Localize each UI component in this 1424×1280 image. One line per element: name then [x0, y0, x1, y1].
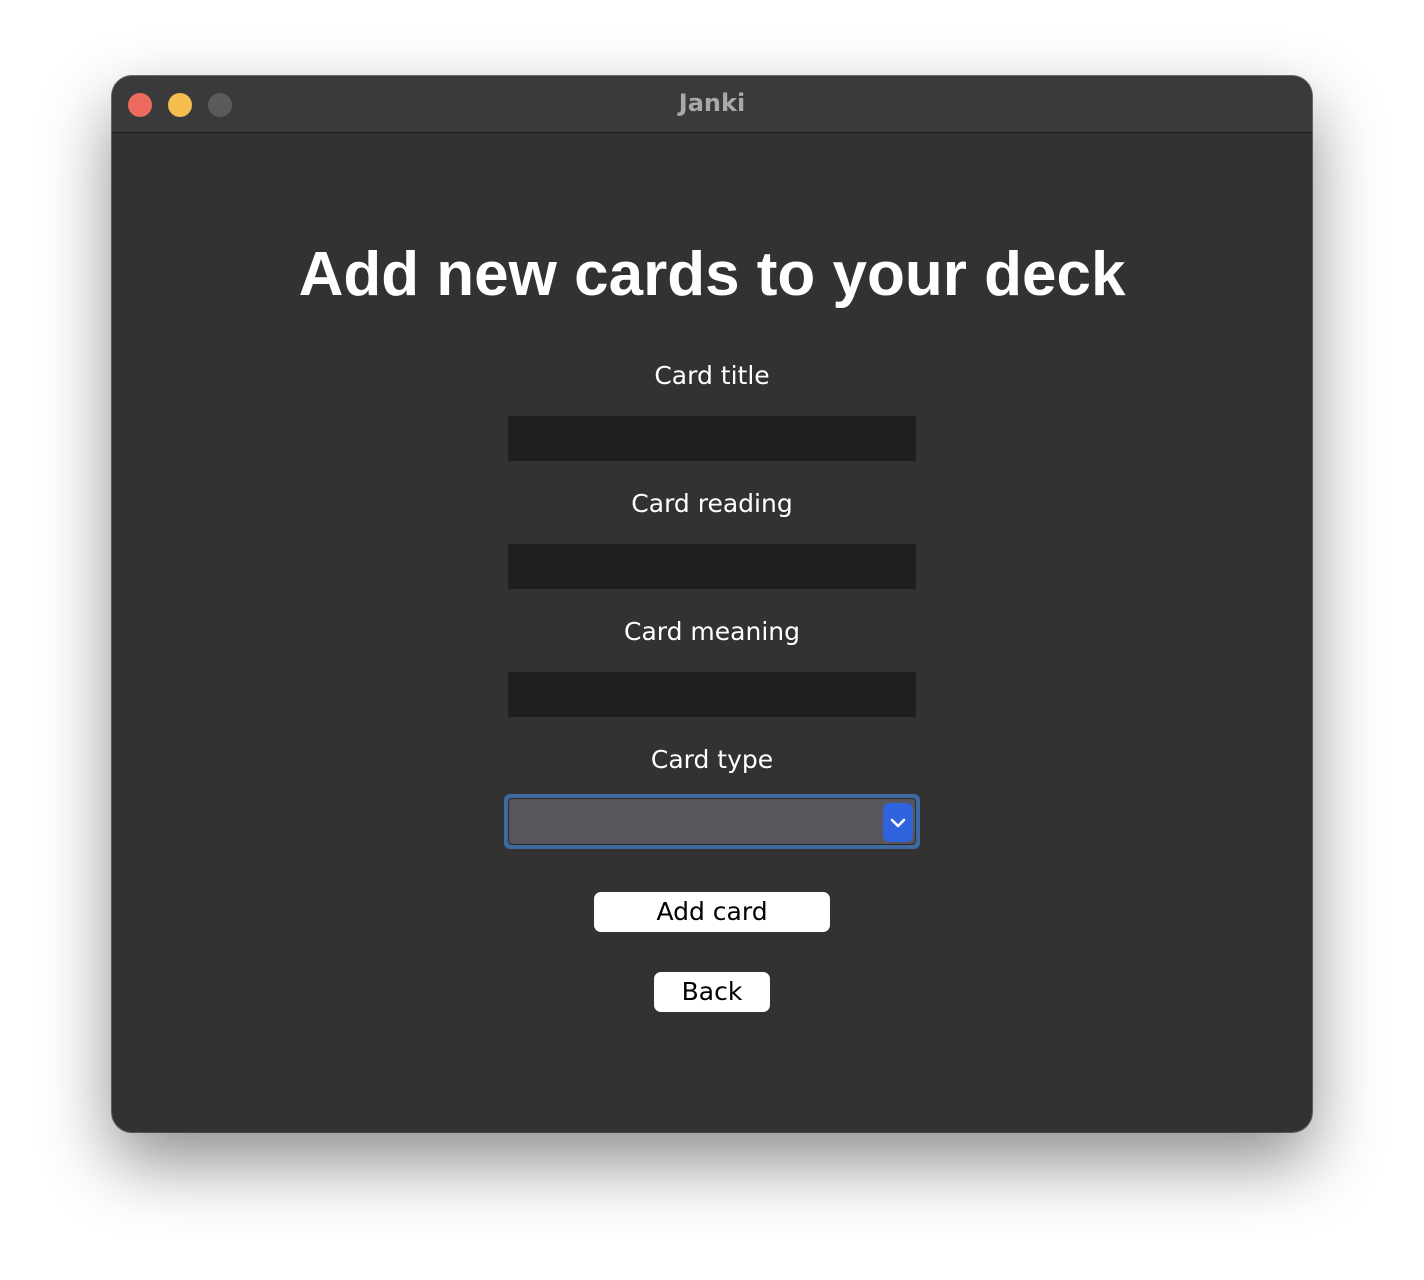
card-meaning-input[interactable]	[508, 672, 916, 717]
card-type-label: Card type	[650, 745, 774, 774]
back-button[interactable]: Back	[654, 972, 770, 1012]
card-title-input[interactable]	[508, 416, 916, 461]
card-reading-label: Card reading	[631, 489, 793, 518]
card-title-label: Card title	[654, 361, 770, 390]
title-bar[interactable]: Janki	[112, 76, 1312, 133]
add-card-button[interactable]: Add card	[594, 892, 830, 932]
app-window: Janki Add new cards to your deck Card ti…	[112, 76, 1312, 1132]
add-card-form: Add new cards to your deck Card title Ca…	[112, 133, 1312, 1132]
chevron-down-icon[interactable]	[883, 803, 913, 842]
card-meaning-label: Card meaning	[624, 617, 800, 646]
card-type-select[interactable]	[504, 794, 920, 849]
card-reading-input[interactable]	[508, 544, 916, 589]
window-title: Janki	[678, 89, 746, 117]
card-type-select-field[interactable]	[508, 798, 916, 845]
page-title: Add new cards to your deck	[298, 240, 1126, 309]
